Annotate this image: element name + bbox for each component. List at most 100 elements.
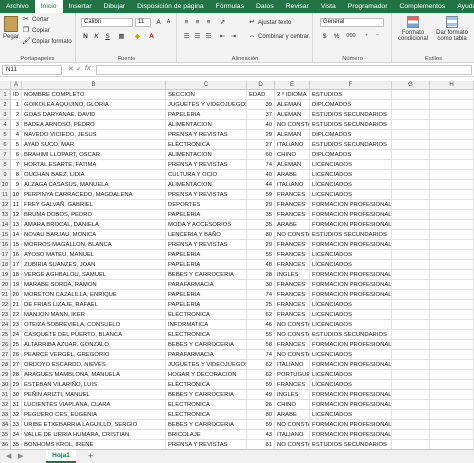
table-cell[interactable]: 74 [247, 350, 275, 360]
table-cell[interactable] [430, 390, 474, 400]
table-cell[interactable]: MANJON MANN, IKER [22, 310, 166, 320]
row-header[interactable]: 9 [0, 170, 11, 180]
table-cell[interactable]: FREY GALVAÑ, GABRIEL [22, 200, 166, 210]
table-cell[interactable]: ESTUDIOS SECUNDARIOS [310, 120, 392, 130]
table-cell[interactable]: ESTUDIOS SECUNDARIOS [310, 330, 392, 340]
table-cell[interactable]: ITALIANO [275, 360, 310, 370]
table-cell[interactable]: 32 [11, 410, 22, 420]
table-cell[interactable]: 30 [247, 280, 275, 290]
table-cell[interactable] [430, 270, 474, 280]
table-cell[interactable] [430, 170, 474, 180]
table-cell[interactable]: NO CONSTA [275, 420, 310, 430]
table-cell[interactable]: PRENSA Y REVISTAS [166, 190, 247, 200]
row-header[interactable]: 13 [0, 210, 11, 220]
table-cell[interactable]: 27 [247, 140, 275, 150]
table-cell[interactable]: 7 [11, 160, 22, 170]
table-cell[interactable]: LICENCIADOS [310, 310, 392, 320]
table-cell[interactable]: 35 [247, 220, 275, 230]
table-cell[interactable]: 22 [11, 310, 22, 320]
table-cell[interactable]: JUGUETES Y VIDEOJUEGOS [166, 360, 247, 370]
currency-icon[interactable]: $ [320, 32, 329, 41]
table-cell[interactable]: FORMACION PROFESIONAL [310, 360, 392, 370]
table-cell[interactable]: 59 [247, 380, 275, 390]
table-cell[interactable]: LICENCIADOS [310, 180, 392, 190]
table-cell[interactable]: BRICOLAJE [166, 430, 247, 440]
table-cell[interactable]: ELECTRONICA [166, 380, 247, 390]
table-cell[interactable]: PRENSA Y REVISTAS [166, 130, 247, 140]
table-cell[interactable]: ORDOYO ESCARDO, NIEVES [22, 360, 166, 370]
align-left-icon[interactable]: ☰ [182, 32, 191, 41]
table-cell[interactable]: GOAS DARYANAE, DAVID [22, 110, 166, 120]
select-all-corner[interactable] [0, 81, 11, 90]
table-cell[interactable]: CULTURA Y OCIO [166, 170, 247, 180]
table-cell[interactable]: 33 [11, 420, 22, 430]
table-cell[interactable]: FRANCES [275, 280, 310, 290]
table-cell[interactable] [392, 170, 430, 180]
table-cell[interactable] [392, 320, 430, 330]
table-cell[interactable]: 62 [247, 310, 275, 320]
table-cell[interactable] [430, 120, 474, 130]
table-cell[interactable] [392, 150, 430, 160]
table-cell[interactable]: PAPELERIA [166, 250, 247, 260]
format-table-button[interactable]: Dar formato como tabla [433, 16, 471, 42]
table-cell[interactable]: INGLES [275, 390, 310, 400]
table-cell[interactable] [392, 280, 430, 290]
table-cell[interactable]: 40 [247, 170, 275, 180]
table-cell[interactable]: FORMACION PROFESIONAL [310, 400, 392, 410]
table-cell[interactable] [430, 330, 474, 340]
align-middle-icon[interactable]: ≡ [193, 18, 202, 27]
table-cell[interactable]: MODA Y ACCESORIOS [166, 220, 247, 230]
table-cell[interactable]: 16 [11, 250, 22, 260]
table-cell[interactable]: GOIKOLEA AQUIJINO, GLORIA [22, 100, 166, 110]
row-header[interactable]: 10 [0, 180, 11, 190]
table-cell[interactable] [430, 220, 474, 230]
table-cell[interactable]: ZUBIRIA SUANZES, JOAN [22, 260, 166, 270]
table-cell[interactable] [392, 180, 430, 190]
table-cell[interactable]: ELECTRONICA [166, 330, 247, 340]
table-cell[interactable] [392, 120, 430, 130]
table-cell[interactable]: 5 [11, 140, 22, 150]
table-cell[interactable]: 59 [247, 190, 275, 200]
table-cell[interactable]: ELECTRONICA [166, 400, 247, 410]
font-name-select[interactable]: Calibri [81, 18, 133, 27]
menu-tab-insertar[interactable]: Insertar [63, 0, 98, 13]
table-cell[interactable]: ITALIANO [275, 430, 310, 440]
column-header-g[interactable]: G [392, 81, 430, 90]
table-cell[interactable]: OUCHAN BAEZ, LIDIA [22, 170, 166, 180]
table-cell[interactable]: 35 [11, 440, 22, 449]
table-cell[interactable]: 1 [11, 100, 22, 110]
table-cell[interactable]: 31 [11, 400, 22, 410]
table-cell[interactable] [430, 230, 474, 240]
header-cell[interactable]: ESTUDIOS [310, 90, 392, 100]
table-cell[interactable]: ESTUDIOS SECUNDARIOS [310, 140, 392, 150]
table-cell[interactable] [430, 280, 474, 290]
table-cell[interactable]: 44 [247, 180, 275, 190]
table-cell[interactable] [392, 220, 430, 230]
table-cell[interactable]: 23 [11, 320, 22, 330]
table-cell[interactable]: NO CONSTA [275, 440, 310, 449]
bold-button[interactable]: N [81, 32, 90, 41]
table-cell[interactable]: 4 [11, 130, 22, 140]
table-cell[interactable]: FRANCES [275, 260, 310, 270]
column-header-a[interactable]: A [11, 81, 22, 90]
column-header-c[interactable]: C [166, 81, 247, 90]
table-cell[interactable]: 61 [247, 440, 275, 449]
table-cell[interactable]: 40 [247, 120, 275, 130]
table-cell[interactable]: PORTUGUES [275, 370, 310, 380]
sheet-tab-hoja1[interactable]: Hoja1 [46, 450, 76, 463]
table-cell[interactable]: 25 [11, 340, 22, 350]
prev-sheet-icon[interactable]: ◀ [6, 452, 11, 460]
row-header[interactable]: 23 [0, 310, 11, 320]
table-cell[interactable] [430, 180, 474, 190]
table-cell[interactable]: 58 [247, 340, 275, 350]
number-format-select[interactable]: General [320, 18, 384, 27]
table-cell[interactable]: FORMACION PROFESIONAL [310, 430, 392, 440]
table-cell[interactable]: AYOSO MATEU, MANUEL [22, 250, 166, 260]
table-cell[interactable] [392, 340, 430, 350]
table-cell[interactable]: CHINO [275, 400, 310, 410]
table-cell[interactable]: CHINO [275, 150, 310, 160]
table-cell[interactable]: DIPLOMADOS [310, 130, 392, 140]
table-cell[interactable]: 48 [247, 260, 275, 270]
header-cell[interactable] [430, 90, 474, 100]
menu-tab-complementos[interactable]: Complementos [393, 0, 451, 13]
